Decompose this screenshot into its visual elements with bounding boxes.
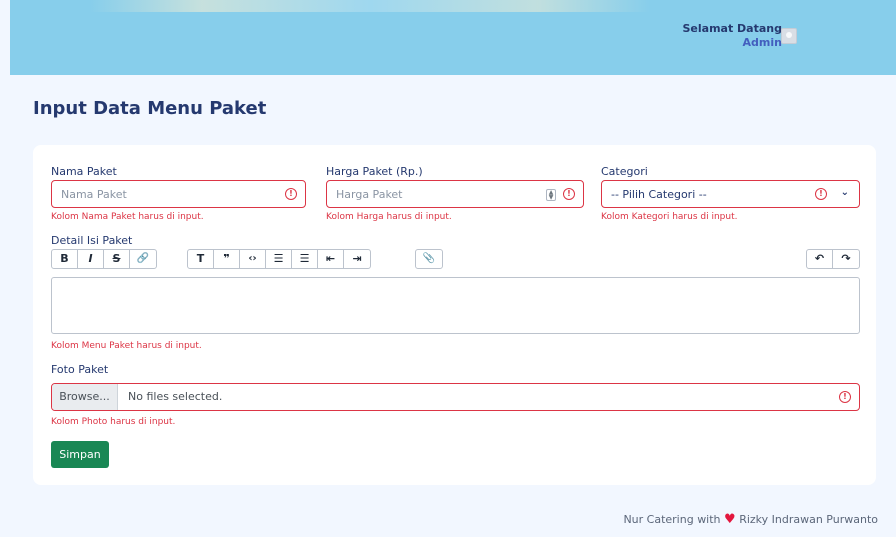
block-format-group: T ❞ ‹› ☰ ☰ ⇤ ⇥: [187, 249, 371, 269]
numbered-list-button[interactable]: ☰: [292, 250, 318, 268]
error-icon: !: [839, 391, 851, 403]
bullet-list-button[interactable]: ☰: [266, 250, 292, 268]
footer-text-before: Nur Catering with: [623, 513, 721, 526]
nama-paket-placeholder: Nama Paket: [61, 187, 127, 201]
italic-button[interactable]: I: [78, 250, 104, 268]
attach-group: 📎: [415, 249, 443, 269]
file-status: No files selected.: [128, 390, 223, 403]
footer-author: Rizky Indrawan Purwanto: [739, 513, 878, 526]
strikethrough-button[interactable]: S: [104, 250, 130, 268]
detail-error: Kolom Menu Paket harus di input.: [51, 341, 202, 351]
user-role: Admin: [742, 36, 782, 49]
detail-label: Detail Isi Paket: [51, 234, 133, 247]
foto-error: Kolom Photo harus di input.: [51, 417, 176, 427]
number-spinner-icon[interactable]: ▲ ▼: [546, 189, 556, 201]
error-icon: !: [563, 188, 575, 200]
browse-button[interactable]: Browse...: [52, 384, 118, 410]
categori-selected: -- Pilih Categori --: [611, 187, 707, 201]
greeting-text: Selamat Datang: [682, 22, 783, 35]
harga-paket-placeholder: Harga Paket: [336, 187, 403, 201]
error-icon: !: [285, 188, 297, 200]
foto-label: Foto Paket: [51, 363, 109, 376]
avatar[interactable]: [781, 28, 797, 44]
categori-select[interactable]: -- Pilih Categori -- ! ⌄: [601, 180, 860, 208]
foto-file-input[interactable]: Browse... No files selected. !: [51, 383, 860, 411]
user-info[interactable]: Selamat Datang Admin: [683, 22, 783, 49]
heart-icon: ♥: [724, 512, 736, 527]
link-button[interactable]: 🔗: [130, 250, 156, 268]
history-group: ↶ ↷: [806, 249, 860, 269]
page-title: Input Data Menu Paket: [33, 98, 267, 119]
nama-paket-input[interactable]: Nama Paket !: [51, 180, 306, 208]
save-button[interactable]: Simpan: [51, 441, 109, 468]
detail-editor[interactable]: [51, 277, 860, 334]
chevron-down-icon: ⌄: [840, 187, 849, 198]
outdent-button[interactable]: ⇤: [318, 250, 344, 268]
categori-error: Kolom Kategori harus di input.: [601, 212, 738, 222]
code-button[interactable]: ‹›: [240, 250, 266, 268]
quote-button[interactable]: ❞: [214, 250, 240, 268]
redo-button[interactable]: ↷: [833, 250, 859, 268]
bold-button[interactable]: B: [52, 250, 78, 268]
form-card: Nama Paket Nama Paket ! Kolom Nama Paket…: [33, 145, 876, 485]
harga-paket-input[interactable]: Harga Paket ▲ ▼ !: [326, 180, 584, 208]
nama-paket-label: Nama Paket: [51, 165, 117, 178]
top-navbar: Selamat Datang Admin: [10, 0, 896, 75]
categori-label: Categori: [601, 165, 648, 178]
undo-button[interactable]: ↶: [807, 250, 833, 268]
footer: Nur Catering with ♥ Rizky Indrawan Purwa…: [623, 512, 878, 527]
nama-paket-error: Kolom Nama Paket harus di input.: [51, 212, 204, 222]
indent-button[interactable]: ⇥: [344, 250, 370, 268]
text-format-group: B I S 🔗: [51, 249, 157, 269]
harga-paket-label: Harga Paket (Rp.): [326, 165, 423, 178]
header-decoration: [90, 0, 650, 12]
harga-paket-error: Kolom Harga harus di input.: [326, 212, 452, 222]
error-icon: !: [815, 188, 827, 200]
attach-file-button[interactable]: 📎: [416, 250, 442, 268]
heading-button[interactable]: T: [188, 250, 214, 268]
